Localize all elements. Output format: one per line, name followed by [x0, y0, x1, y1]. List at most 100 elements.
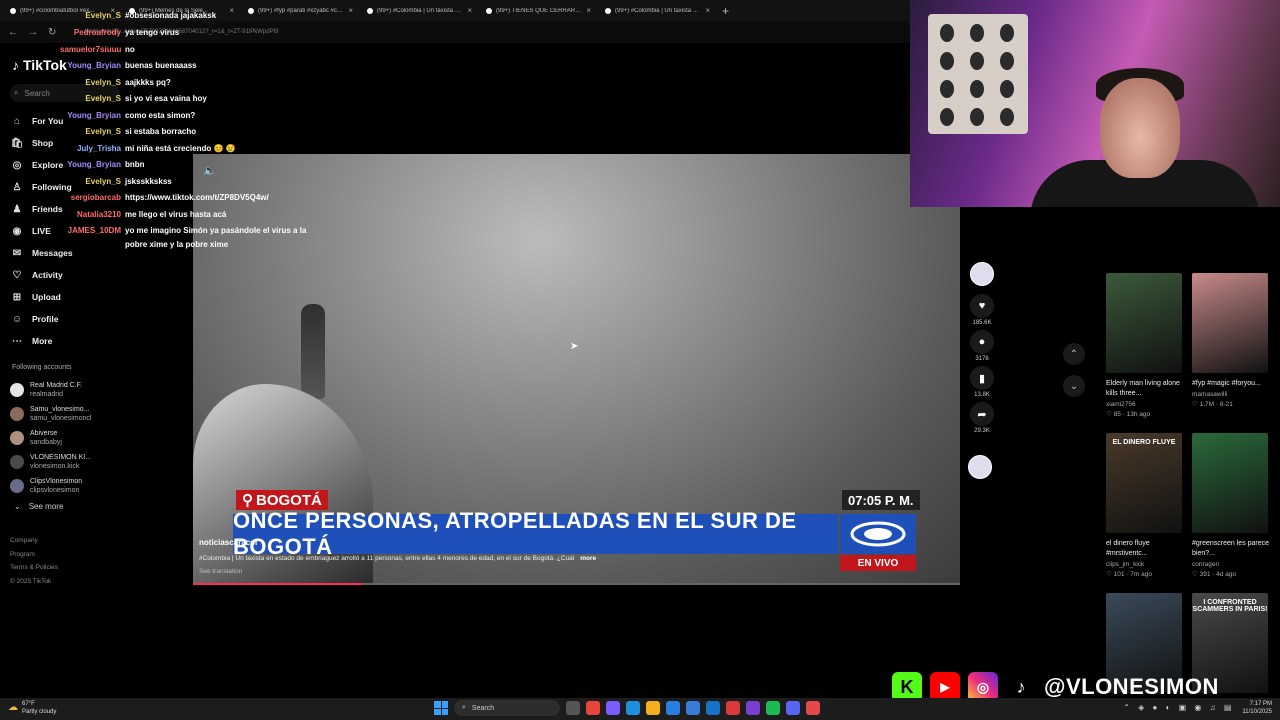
- profile-icon: ☺: [11, 313, 23, 325]
- chat-text: https://www.tiktok.com/t/ZP8DV5Q4w/: [125, 192, 269, 202]
- app-icon[interactable]: [706, 701, 720, 715]
- windows-start-icon[interactable]: [434, 701, 448, 715]
- avatar: [10, 407, 24, 421]
- comment-button[interactable]: ● 3176: [968, 330, 996, 362]
- video-author: xiami2756: [1106, 401, 1136, 408]
- video-thumbnail[interactable]: [1192, 433, 1268, 533]
- bookmark-button[interactable]: ▮ 13.8K: [968, 366, 996, 398]
- weather-widget[interactable]: ☁ 67°F Partly cloudy: [8, 700, 56, 716]
- footer-link[interactable]: Terms & Policies: [10, 561, 58, 575]
- app-purple-icon[interactable]: [746, 701, 760, 715]
- tiktok-favicon-icon: [10, 7, 16, 14]
- share-button[interactable]: ➦ 29.3K: [968, 402, 996, 434]
- browser-tab[interactable]: (99+) #Colombia | Un taxista en... ×: [361, 2, 478, 19]
- browser-tab[interactable]: (99+) #Colombia | Un taxista en... ×: [599, 2, 716, 19]
- chrome-icon[interactable]: [586, 701, 600, 715]
- next-video-button[interactable]: ⌄: [1063, 375, 1085, 397]
- edge-icon[interactable]: [626, 701, 640, 715]
- back-icon[interactable]: ←: [8, 27, 18, 38]
- sidebar-item-more[interactable]: ⋯ More: [10, 330, 130, 352]
- sidebar-item-label: LIVE: [32, 226, 51, 236]
- following-account[interactable]: Samu_vlonesimo... samu_vlonesimoncl: [10, 402, 130, 426]
- home-icon: ⌂: [13, 115, 21, 127]
- chat-text: buenas buenaaass: [125, 60, 197, 70]
- pegboard: [928, 14, 1028, 134]
- sidebar-item-upload[interactable]: ⊞ Upload: [10, 286, 130, 308]
- chat-text: mi niña está creciendo 😊 😢: [125, 143, 236, 153]
- like-count: 391 ·: [1199, 571, 1217, 578]
- video-thumbnail[interactable]: [1192, 273, 1268, 373]
- account-name: Abiverse sandbabyj: [30, 430, 62, 446]
- video-thumbnail[interactable]: EL DINERO FLUYE: [1106, 433, 1182, 533]
- close-icon[interactable]: ×: [467, 6, 472, 15]
- close-icon[interactable]: ×: [705, 6, 710, 15]
- action-count: 3176: [975, 356, 989, 362]
- see-more-button[interactable]: ⌄ See more: [14, 502, 63, 511]
- chat-message: Natalia3210 me llego el virus hasta acá: [60, 207, 360, 221]
- close-icon[interactable]: ×: [586, 6, 591, 15]
- search-icon: ⌕: [14, 88, 19, 97]
- video-thumbnail[interactable]: [1106, 273, 1182, 373]
- account-handle: sandbabyj: [30, 439, 62, 446]
- system-tray: ⌃ ◈ ● ◐ ▣ ◉ ♫ ▤ 7:17 PM 11/10/2025: [1123, 701, 1272, 715]
- spotify-icon[interactable]: [766, 701, 780, 715]
- chat-message: JAMES_10DM yo me imagino Simón ya pasándo…: [60, 223, 360, 237]
- tray-icons[interactable]: ⌃ ◈ ● ◐ ▣ ◉ ♫ ▤: [1123, 704, 1234, 712]
- more-icon: ⋯: [12, 335, 22, 347]
- sidebar-item-profile[interactable]: ☺ Profile: [10, 308, 130, 330]
- recommended-video[interactable]: #greenscreen les parece bien?... conragen…: [1192, 433, 1270, 578]
- heart-button[interactable]: ♥ 185.6K: [968, 294, 996, 326]
- chat-message: Pedroafrody ya tengo virus: [60, 25, 360, 39]
- heart-icon: ♡: [1192, 571, 1200, 578]
- sound-avatar[interactable]: [968, 455, 992, 479]
- video-description: #Colombia | Un taxista en estado de embr…: [199, 555, 597, 562]
- video-meta: ♡ 391 · 4d ago: [1192, 570, 1270, 578]
- chat-message: Young_Bryian bnbn: [60, 157, 360, 171]
- creator-avatar[interactable]: [970, 262, 994, 286]
- action-count: 185.6K: [972, 320, 992, 326]
- video-progress-bar[interactable]: [193, 583, 960, 585]
- forward-icon[interactable]: →: [28, 27, 38, 38]
- chat-username: Evelyn_S: [85, 93, 121, 103]
- recommended-video[interactable]: EL DINERO FLUYE el dinero fluye #mrstiven…: [1106, 433, 1184, 578]
- video-author[interactable]: noticiascaracol: [199, 538, 257, 547]
- footer-link[interactable]: Program: [10, 548, 58, 562]
- reload-icon[interactable]: ↻: [48, 27, 56, 38]
- browser-tab[interactable]: (99+) TIENES QUE CERRAR EL B... ×: [480, 2, 597, 19]
- app-red-icon[interactable]: [726, 701, 740, 715]
- following-account[interactable]: VLONESIMON KI... vlonesimon.kick: [10, 450, 130, 474]
- following-account[interactable]: ClipsVlonesimon clipsvlonesimon: [10, 474, 130, 498]
- recommended-video[interactable]: Elderly man living alone kills three... x…: [1106, 273, 1184, 418]
- store-icon[interactable]: [666, 701, 680, 715]
- tiktok-logo[interactable]: ♪ TikTok: [12, 57, 67, 73]
- taskbar-search[interactable]: ⌕ Search: [454, 700, 560, 716]
- account-name: Real Madrid C.F. realmadrid: [30, 382, 83, 398]
- task-view-icon[interactable]: [566, 701, 580, 715]
- more-link[interactable]: more: [580, 555, 596, 562]
- outlook-icon[interactable]: [686, 701, 700, 715]
- file-explorer-icon[interactable]: [646, 701, 660, 715]
- discord-icon[interactable]: [786, 701, 800, 715]
- sidebar-item-activity[interactable]: ♡ Activity: [10, 264, 130, 286]
- see-translation-link[interactable]: See translation: [199, 568, 242, 575]
- following-account[interactable]: Abiverse sandbabyj: [10, 426, 130, 450]
- weather-icon: ☁: [8, 702, 18, 713]
- messages-icon: ✉: [12, 247, 22, 259]
- video-age: 13h ago: [1126, 411, 1151, 418]
- sidebar-item-label: Friends: [32, 204, 63, 214]
- following-account[interactable]: Real Madrid C.F. realmadrid: [10, 378, 130, 402]
- previous-video-button[interactable]: ⌃: [1063, 343, 1085, 365]
- like-count: 101 ·: [1113, 571, 1131, 578]
- recommended-video[interactable]: #fyp #magic #foryou... mamasawilli ♡ 1.7M …: [1192, 273, 1270, 408]
- footer-link[interactable]: Company: [10, 534, 58, 548]
- heart-icon: ♡: [1106, 571, 1114, 578]
- app-pink-icon[interactable]: [806, 701, 820, 715]
- copilot-icon[interactable]: [606, 701, 620, 715]
- bookmark-icon: ▮: [970, 366, 994, 390]
- chat-message: Evelyn_S jsksskkskss: [60, 174, 360, 188]
- footer-link[interactable]: © 2025 TikTok: [10, 575, 58, 589]
- chat-username: samuelor7siuuu: [60, 44, 122, 54]
- video-caption: #greenscreen les parece bien?...: [1192, 540, 1270, 557]
- new-tab-button[interactable]: +: [722, 4, 729, 18]
- account-handle: samu_vlonesimoncl: [30, 415, 92, 422]
